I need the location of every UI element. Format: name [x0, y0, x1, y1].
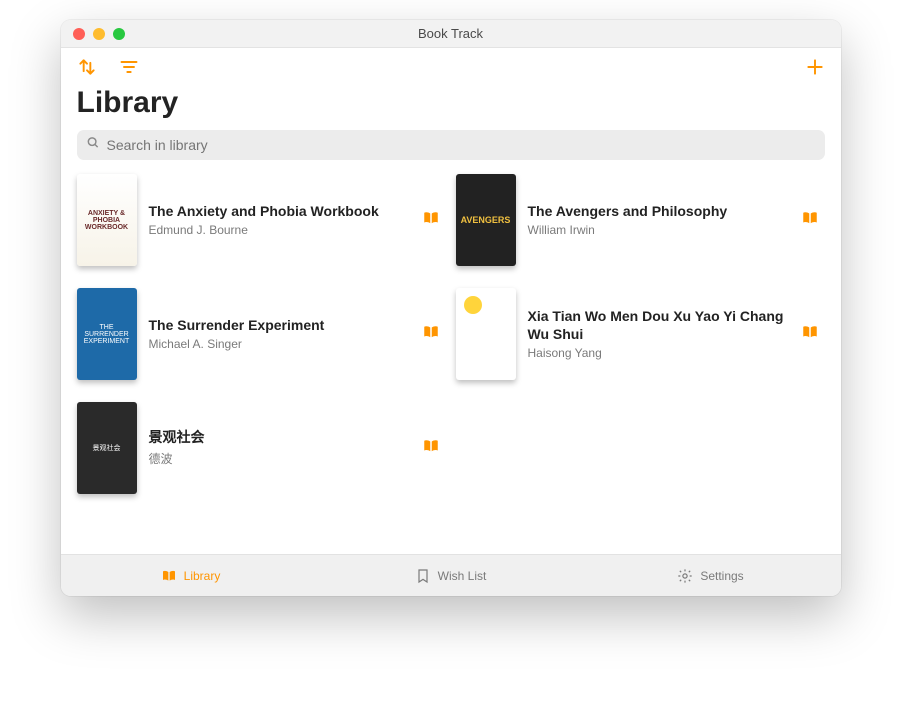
zoom-window-button[interactable]: [113, 28, 125, 40]
reading-status-icon[interactable]: [801, 323, 819, 346]
book-cover: ANXIETY & PHOBIA WORKBOOK: [77, 174, 137, 266]
page-title: Library: [61, 86, 841, 130]
book-author: 德波: [149, 450, 410, 467]
titlebar: Book Track: [61, 20, 841, 48]
close-window-button[interactable]: [73, 28, 85, 40]
search-input[interactable]: [77, 130, 825, 160]
book-grid: ANXIETY & PHOBIA WORKBOOK The Anxiety and…: [61, 174, 841, 554]
reading-status-icon[interactable]: [422, 437, 440, 460]
book-meta: Xia Tian Wo Men Dou Xu Yao Yi Chang Wu S…: [528, 308, 789, 360]
tab-library[interactable]: Library: [61, 555, 321, 596]
gear-icon: [677, 568, 693, 584]
reading-status-icon[interactable]: [422, 209, 440, 232]
book-cover: THE SURRENDER EXPERIMENT: [77, 288, 137, 380]
search-wrap: [61, 130, 841, 174]
book-title: The Avengers and Philosophy: [528, 203, 789, 221]
book-title: The Anxiety and Phobia Workbook: [149, 203, 410, 221]
add-button[interactable]: [803, 55, 827, 79]
book-meta: The Surrender Experiment Michael A. Singe…: [149, 317, 410, 352]
book-item[interactable]: ANXIETY & PHOBIA WORKBOOK The Anxiety and…: [77, 174, 446, 266]
book-author: William Irwin: [528, 223, 789, 237]
book-item[interactable]: AVENGERS The Avengers and Philosophy Willi…: [456, 174, 825, 266]
bookmark-icon: [415, 568, 431, 584]
minimize-window-button[interactable]: [93, 28, 105, 40]
app-window: Book Track Library ANXIETY & PHOBIA WORK…: [61, 20, 841, 596]
tab-label: Library: [184, 569, 221, 583]
book-cover: 景观社会: [77, 402, 137, 494]
book-open-icon: [161, 568, 177, 584]
book-cover: [456, 288, 516, 380]
window-controls: [61, 28, 125, 40]
book-title: 景观社会: [149, 429, 410, 447]
tab-label: Settings: [700, 569, 743, 583]
reading-status-icon[interactable]: [422, 323, 440, 346]
book-item[interactable]: THE SURRENDER EXPERIMENT The Surrender Ex…: [77, 288, 446, 380]
tab-label: Wish List: [438, 569, 487, 583]
bottom-tabs: Library Wish List Settings: [61, 554, 841, 596]
book-meta: 景观社会德波: [149, 429, 410, 467]
window-title: Book Track: [61, 26, 841, 41]
sort-arrows-icon: [77, 57, 97, 77]
book-item[interactable]: Xia Tian Wo Men Dou Xu Yao Yi Chang Wu S…: [456, 288, 825, 380]
book-title: Xia Tian Wo Men Dou Xu Yao Yi Chang Wu S…: [528, 308, 789, 343]
book-meta: The Avengers and Philosophy William Irwin: [528, 203, 789, 238]
reading-status-icon[interactable]: [801, 209, 819, 232]
book-title: The Surrender Experiment: [149, 317, 410, 335]
filter-lines-icon: [119, 57, 139, 77]
plus-icon: [805, 57, 825, 77]
filter-button[interactable]: [117, 55, 141, 79]
book-cover: AVENGERS: [456, 174, 516, 266]
search-icon: [86, 136, 100, 155]
book-item[interactable]: 景观社会景观社会德波: [77, 402, 446, 494]
toolbar: [61, 48, 841, 86]
book-meta: The Anxiety and Phobia Workbook Edmund J.…: [149, 203, 410, 238]
book-author: Edmund J. Bourne: [149, 223, 410, 237]
tab-wishlist[interactable]: Wish List: [321, 555, 581, 596]
sort-button[interactable]: [75, 55, 99, 79]
book-author: Haisong Yang: [528, 346, 789, 360]
tab-settings[interactable]: Settings: [581, 555, 841, 596]
book-author: Michael A. Singer: [149, 337, 410, 351]
